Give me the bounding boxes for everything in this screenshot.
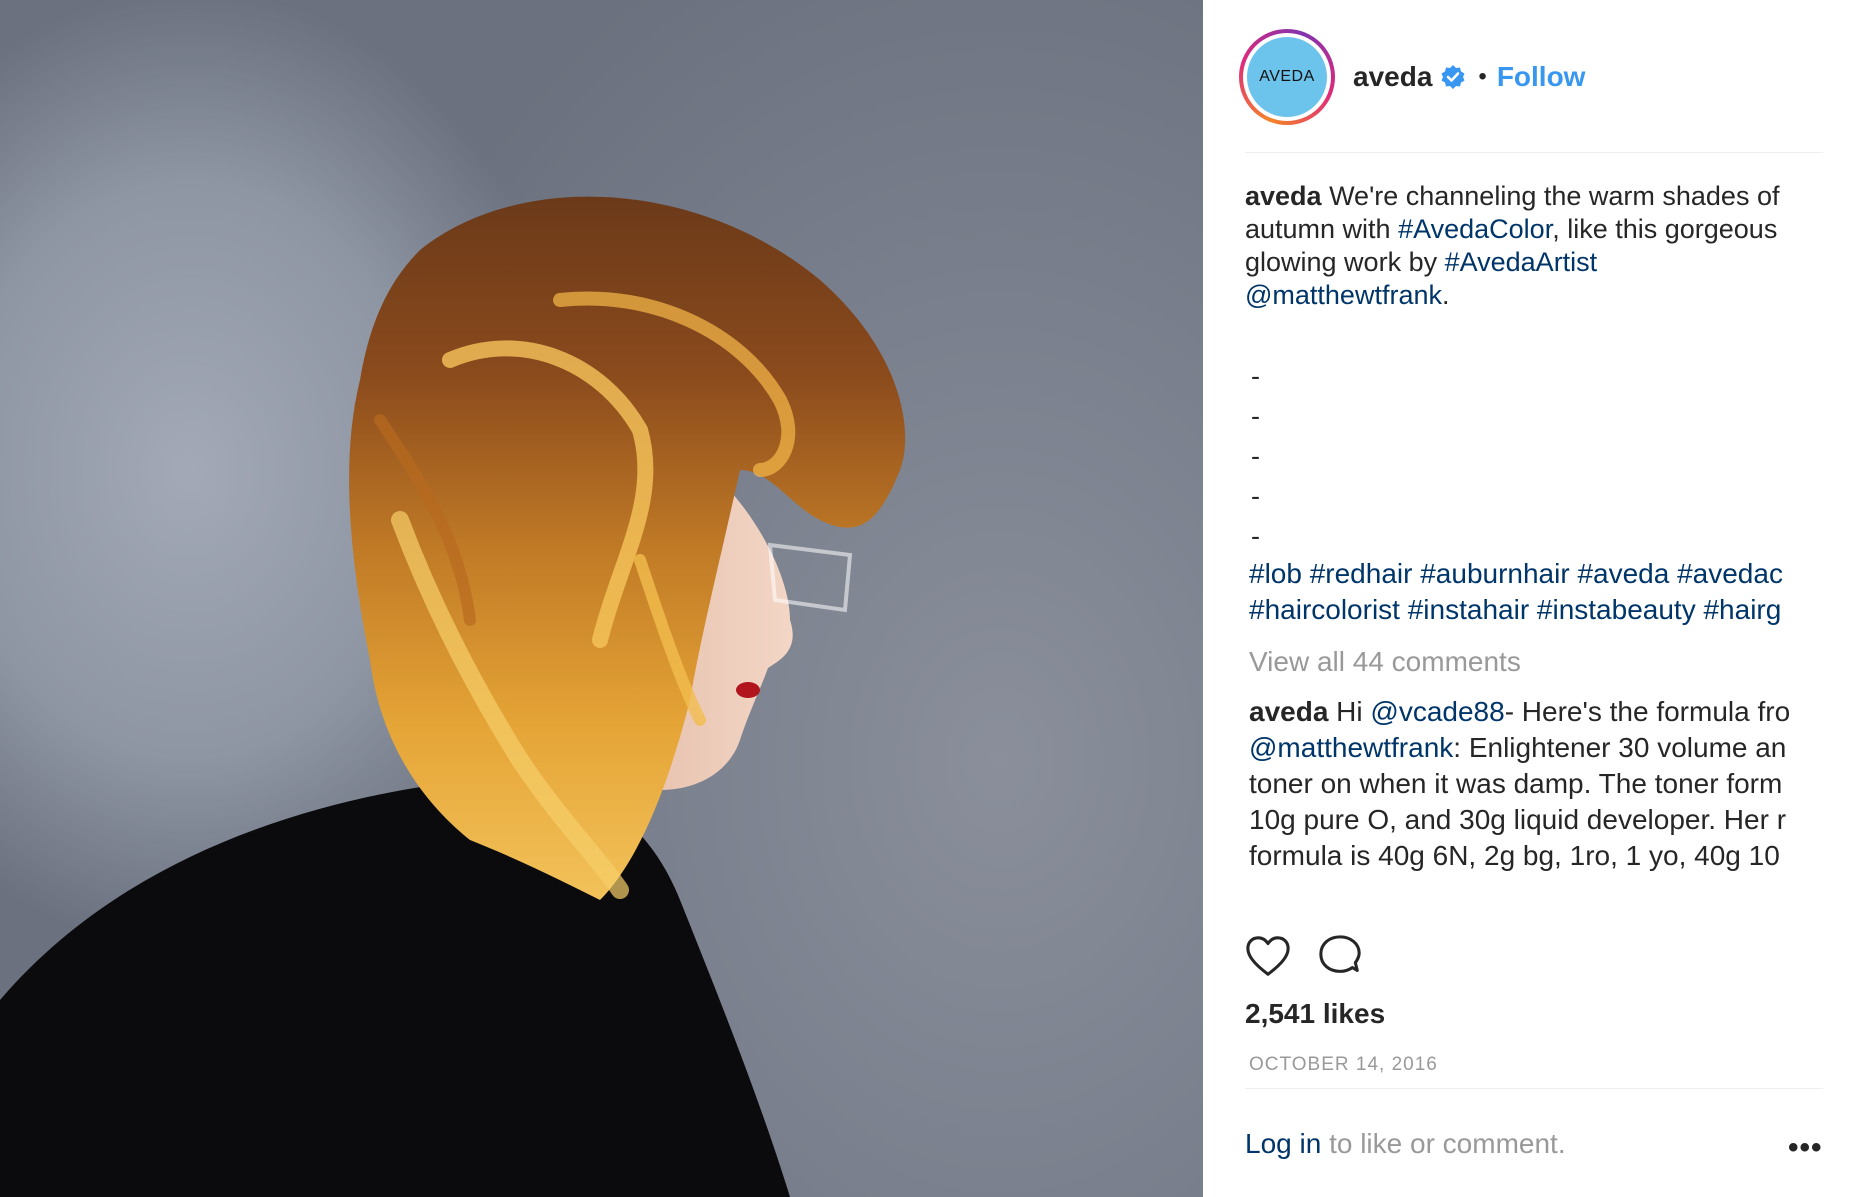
- post-actions: [1245, 934, 1363, 980]
- header-separator: •: [1478, 63, 1487, 90]
- view-all-comments-link[interactable]: View all 44 comments: [1249, 646, 1521, 678]
- mention-link[interactable]: @vcade88: [1370, 696, 1504, 727]
- caption-text: .: [1441, 280, 1450, 310]
- heart-icon[interactable]: [1245, 934, 1291, 980]
- mention-link[interactable]: @matthewtfrank: [1245, 280, 1442, 310]
- caption-dashes: - - - - -: [1251, 356, 1260, 556]
- instagram-post: AVEDA aveda • Follow aveda We're channel…: [0, 0, 1866, 1197]
- post-photo-illustration: [0, 196, 906, 1197]
- follow-button[interactable]: Follow: [1497, 61, 1586, 93]
- glasses-shape: [767, 542, 853, 613]
- header-divider: [1245, 152, 1823, 153]
- login-link[interactable]: Log in: [1245, 1128, 1321, 1159]
- post-header: AVEDA aveda • Follow: [1239, 27, 1585, 127]
- comment-text: Hi: [1328, 696, 1371, 727]
- mention-link[interactable]: @matthewtfrank: [1249, 732, 1453, 763]
- hashtag-link[interactable]: #AvedaColor: [1398, 214, 1552, 244]
- comment-username[interactable]: aveda: [1249, 696, 1328, 727]
- lips-shape: [736, 682, 760, 698]
- comment-line: toner on when it was damp. The toner for…: [1249, 768, 1783, 799]
- post-photo[interactable]: [0, 0, 1203, 1197]
- sweater-shape: [0, 778, 790, 1197]
- verified-badge-icon: [1441, 65, 1465, 89]
- post-date[interactable]: OCTOBER 14, 2016: [1249, 1054, 1438, 1076]
- comment-line: @matthewtfrank: Enlightener 30 volume an: [1249, 730, 1866, 766]
- login-prompt: Log in to like or comment.: [1245, 1128, 1566, 1160]
- likes-number: 2,541: [1245, 998, 1316, 1029]
- caption-dash: -: [1251, 481, 1260, 511]
- comment: aveda Hi @vcade88- Here's the formula fr…: [1249, 694, 1866, 872]
- post-side-panel: AVEDA aveda • Follow aveda We're channel…: [1203, 0, 1866, 1197]
- caption-username[interactable]: aveda: [1245, 181, 1322, 211]
- header-username[interactable]: aveda: [1353, 61, 1432, 93]
- comment-bubble-icon[interactable]: [1317, 934, 1363, 980]
- caption-dash: -: [1251, 401, 1260, 431]
- caption-hashtags: #lob #redhair #auburnhair #aveda #avedac…: [1249, 556, 1866, 630]
- footer-divider: [1245, 1088, 1823, 1089]
- caption-dash: -: [1251, 361, 1260, 391]
- hashtags-line[interactable]: #haircolorist #instahair #instabeauty #h…: [1249, 592, 1866, 628]
- post-caption: aveda We're channeling the warm shades o…: [1245, 180, 1785, 312]
- likes-label: likes: [1322, 998, 1386, 1029]
- likes-count[interactable]: 2,541 likes: [1245, 998, 1385, 1030]
- caption-dash: -: [1251, 521, 1260, 551]
- comment-line: formula is 40g 6N, 2g bg, 1ro, 1 yo, 40g…: [1249, 840, 1780, 871]
- more-options-icon[interactable]: •••: [1788, 1131, 1823, 1165]
- comment-text: - Here's the formula fro: [1504, 696, 1791, 727]
- comment-line: 10g pure O, and 30g liquid developer. He…: [1249, 804, 1787, 835]
- comment-text: : Enlightener 30 volume an: [1453, 732, 1787, 763]
- comment-line: aveda Hi @vcade88- Here's the formula fr…: [1249, 694, 1866, 730]
- avatar[interactable]: AVEDA: [1247, 37, 1327, 117]
- login-prompt-text: to like or comment.: [1321, 1128, 1566, 1159]
- avatar-story-ring[interactable]: AVEDA: [1239, 29, 1335, 125]
- caption-dash: -: [1251, 441, 1260, 471]
- hashtag-link[interactable]: #AvedaArtist: [1445, 247, 1598, 277]
- hashtags-line[interactable]: #lob #redhair #auburnhair #aveda #avedac: [1249, 556, 1866, 592]
